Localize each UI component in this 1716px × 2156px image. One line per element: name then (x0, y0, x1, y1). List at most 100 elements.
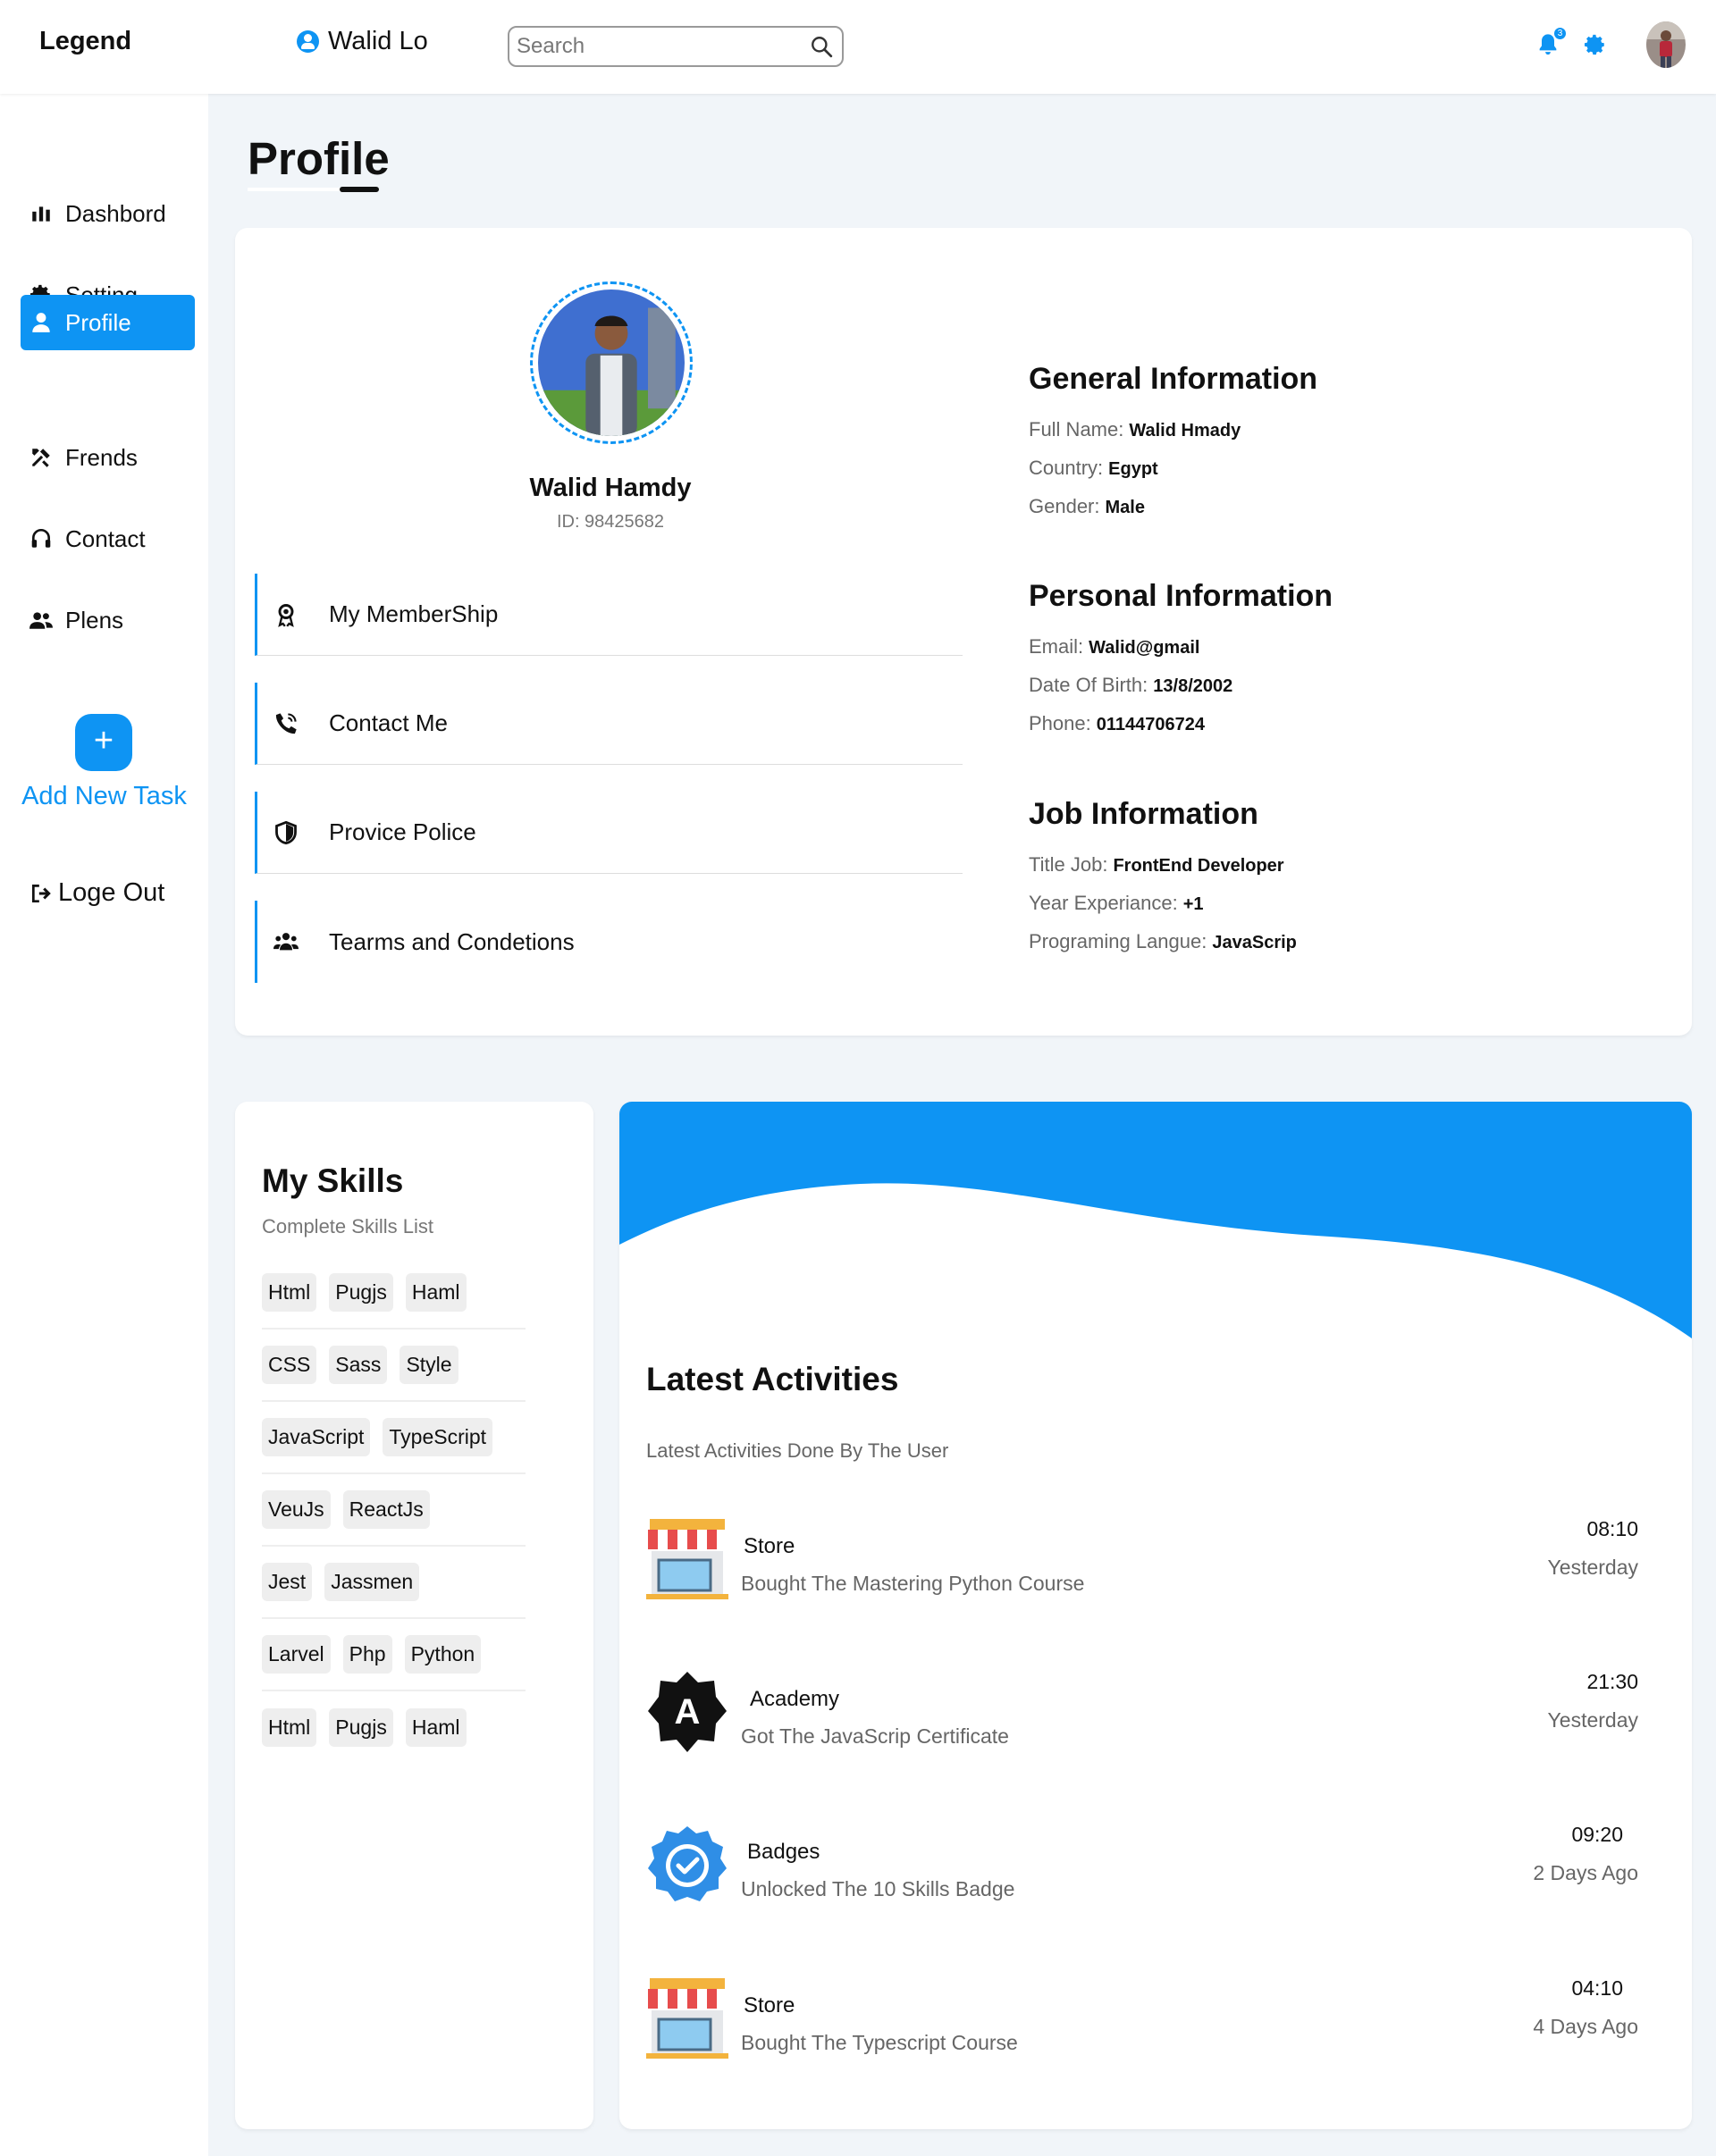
info-row-experience: Year Experiance: +1 (1029, 892, 1297, 917)
notification-badge: 3 (1552, 26, 1568, 41)
title-underline (340, 187, 379, 192)
info-value: 01144706724 (1096, 715, 1205, 734)
skill-chip: Sass (329, 1346, 388, 1384)
user-circle-icon (297, 30, 319, 53)
activity-time: 21:30 (1586, 1670, 1638, 1693)
sidebar-item-contact[interactable]: Contact (21, 511, 195, 566)
badge-icon (648, 1826, 727, 1901)
activity-name: Store (744, 1534, 795, 1558)
store-icon (646, 1519, 728, 1599)
search-box (508, 26, 844, 67)
section-title: Personal Information (1029, 579, 1333, 613)
skill-row: Jest Jassmen (262, 1547, 526, 1619)
info-value: Egypt (1108, 459, 1158, 479)
info-label: Programing Langue: (1029, 930, 1207, 952)
info-value: Walid@gmail (1089, 638, 1200, 658)
add-task-button[interactable]: + (75, 714, 132, 771)
skill-chip: Html (262, 1273, 317, 1312)
sidebar-item-frends[interactable]: Frends (21, 430, 195, 485)
skill-row: Larvel Php Python (262, 1619, 526, 1691)
activities-card: Latest Activities Latest Activities Done… (619, 1102, 1692, 2129)
skill-chip: TypeScript (383, 1418, 493, 1456)
skill-chip: Haml (405, 1273, 467, 1312)
sidebar: Dashbord Setting Profile Frends Contact … (0, 94, 208, 2156)
sidebar-item-label: Contact (65, 524, 146, 552)
skill-row: CSS Sass Style (262, 1330, 526, 1402)
logout-label: Loge Out (58, 878, 165, 907)
avatar-photo (1646, 21, 1686, 68)
info-label: Gender: (1029, 495, 1100, 517)
activity-day: 2 Days Ago (1533, 1861, 1638, 1884)
section-title: Job Information (1029, 797, 1258, 831)
info-row-language: Programing Langue: JavaScrip (1029, 930, 1297, 955)
menu-membership[interactable]: My MemberShip (255, 574, 963, 656)
skill-chip: Php (342, 1635, 392, 1674)
menu-privacy-policy[interactable]: Provice Police (255, 792, 963, 874)
skill-chip: Larvel (262, 1635, 331, 1674)
info-row-gender: Gender: Male (1029, 495, 1317, 520)
skills-card: My Skills Complete Skills List Html Pugj… (235, 1102, 593, 2129)
skill-row: Html Pugjs Haml (262, 1257, 526, 1330)
activity-time: 08:10 (1586, 1517, 1638, 1540)
sidebar-item-profile[interactable]: Profile (21, 295, 195, 350)
search-input[interactable] (509, 28, 778, 65)
gear-icon[interactable] (1584, 33, 1607, 56)
headset-icon (31, 528, 51, 548)
skills-subtitle: Complete Skills List (262, 1215, 433, 1237)
activity-item: Store Bought The Typescript Course 04:10… (646, 1972, 1638, 2070)
profile-name: Walid Hamdy (529, 474, 692, 502)
avatar[interactable] (1646, 21, 1686, 68)
info-label: Phone: (1029, 712, 1091, 734)
section-title: General Information (1029, 362, 1318, 396)
activity-item: A Academy Got The JavaScrip Certificate … (646, 1665, 1638, 1764)
info-label: Country: (1029, 457, 1104, 479)
menu-terms[interactable]: Tearms and Condetions (255, 901, 963, 983)
general-info: General Information Full Name: Walid Hmad… (1029, 362, 1317, 533)
job-info: Job Information Title Job: FrontEnd Devel… (1029, 797, 1297, 969)
info-value: Walid Hmady (1129, 421, 1241, 440)
info-label: Email: (1029, 635, 1084, 658)
menu-contact-me[interactable]: Contact Me (255, 683, 963, 765)
top-header: Legend Walid Lo 3 (0, 0, 1716, 94)
info-row-birth: Date Of Birth: 13/8/2002 (1029, 674, 1333, 699)
skill-row: Html Pugjs Haml (262, 1691, 526, 1764)
svg-text:A: A (675, 1692, 701, 1732)
activity-day: 4 Days Ago (1533, 2015, 1638, 2038)
info-row-email: Email: Walid@gmail (1029, 635, 1333, 660)
user-chip[interactable]: Walid Lo (297, 27, 428, 56)
skill-chip: Pugjs (329, 1273, 393, 1312)
sidebar-item-dashboard[interactable]: Dashbord (21, 186, 195, 241)
activity-time: 09:20 (1571, 1823, 1623, 1846)
skill-chip: CSS (262, 1346, 317, 1384)
activity-desc: Bought The Mastering Python Course (741, 1572, 1085, 1595)
sidebar-item-label: Profile (65, 308, 131, 336)
search-icon[interactable] (810, 35, 833, 58)
notifications-button[interactable]: 3 (1535, 26, 1568, 58)
logo: Legend (39, 27, 132, 55)
skill-row: VeuJs ReactJs (262, 1474, 526, 1547)
skill-chip: Jest (262, 1563, 313, 1601)
skills-title: My Skills (262, 1162, 404, 1199)
skill-row: JavaScript TypeScript (262, 1402, 526, 1474)
activity-day: Yesterday (1547, 1708, 1638, 1732)
skill-chip: JavaScript (262, 1418, 371, 1456)
tools-icon (32, 449, 50, 467)
user-icon (32, 313, 50, 332)
users-icon (273, 933, 299, 951)
profile-id: ID: 98425682 (556, 512, 665, 532)
info-row-full-name: Full Name: Walid Hmady (1029, 418, 1317, 443)
page-title: Profile (248, 133, 390, 184)
activity-item: Store Bought The Mastering Python Course… (646, 1513, 1638, 1611)
info-row-country: Country: Egypt (1029, 457, 1317, 482)
info-label: Date Of Birth: (1029, 674, 1148, 696)
sidebar-item-plens[interactable]: Plens (21, 592, 195, 648)
logout-button[interactable]: Loge Out (29, 878, 164, 908)
activities-title: Latest Activities (646, 1361, 899, 1397)
add-task-label[interactable]: Add New Task (0, 782, 208, 811)
activities-subtitle: Latest Activities Done By The User (646, 1439, 949, 1462)
menu-label: Provice Police (329, 818, 476, 845)
activity-desc: Unlocked The 10 Skills Badge (741, 1877, 1015, 1900)
skill-chip: Haml (405, 1708, 467, 1747)
award-icon (278, 603, 294, 627)
info-value: 13/8/2002 (1153, 676, 1233, 696)
